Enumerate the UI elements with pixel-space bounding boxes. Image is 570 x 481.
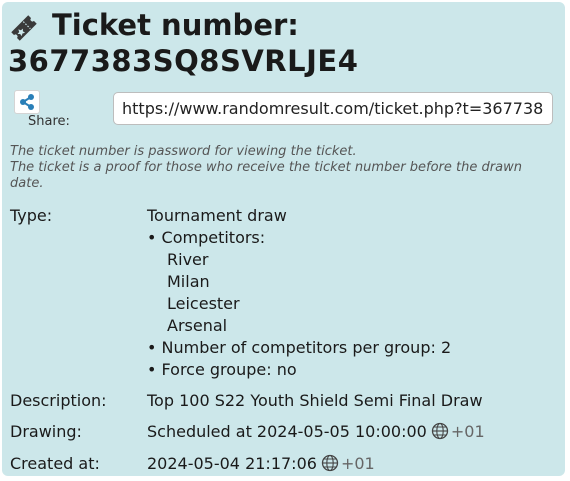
created-value: 2024-05-04 21:17:06 xyxy=(147,454,317,473)
type-label: Type: xyxy=(10,206,53,225)
per-group-setting: • Number of competitors per group: 2 xyxy=(147,338,452,357)
competitor-item: Milan xyxy=(167,272,210,291)
description-label: Description: xyxy=(10,391,107,410)
globe-icon xyxy=(431,422,449,440)
note-password: The ticket number is password for viewin… xyxy=(10,144,357,159)
ticket-panel: Ticket number: 3677383SQ8SVRLJE4 Share: … xyxy=(2,2,565,476)
globe-icon xyxy=(321,454,339,472)
drawing-timezone: +01 xyxy=(450,422,485,441)
competitor-item: Arsenal xyxy=(167,316,228,335)
share-block: Share: xyxy=(10,88,90,134)
ticket-notes: The ticket number is password for viewin… xyxy=(10,144,558,192)
description-value: Top 100 S22 Youth Shield Semi Final Draw xyxy=(147,391,483,410)
force-groupe-setting: • Force groupe: no xyxy=(147,360,297,379)
created-value-row: 2024-05-04 21:17:06 +01 xyxy=(147,454,375,473)
ticket-number: 3677383SQ8SVRLJE4 xyxy=(8,44,359,78)
competitors-label: • Competitors: xyxy=(147,228,266,247)
ticket-title: Ticket number: xyxy=(52,8,299,42)
drawing-label: Drawing: xyxy=(10,422,82,441)
note-proof: The ticket is a proof for those who rece… xyxy=(10,160,522,191)
created-timezone: +01 xyxy=(340,454,375,473)
created-label: Created at: xyxy=(10,454,100,473)
share-glyph-icon xyxy=(20,94,34,110)
competitor-item: Leicester xyxy=(167,294,240,313)
competitor-item: River xyxy=(167,250,209,269)
type-value: Tournament draw xyxy=(147,206,287,225)
share-label: Share: xyxy=(28,114,70,129)
share-icon[interactable] xyxy=(14,90,40,114)
drawing-value: Scheduled at 2024-05-05 10:00:00 xyxy=(147,422,427,441)
ticket-icon xyxy=(11,15,37,41)
drawing-value-row: Scheduled at 2024-05-05 10:00:00 +01 xyxy=(147,422,485,441)
ticket-url-field[interactable] xyxy=(113,92,553,125)
